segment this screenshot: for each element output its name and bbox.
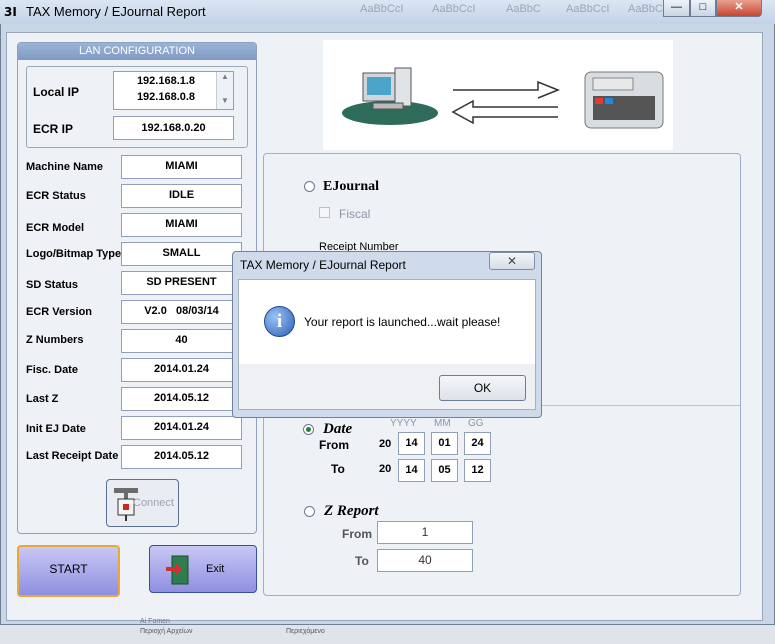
pc-to-ecr-graphic (342, 67, 664, 129)
last-z-field[interactable]: 2014.05.12 (121, 387, 242, 411)
to-century: 20 (379, 463, 392, 475)
last-receipt-date-field[interactable]: 2014.05.12 (121, 445, 242, 469)
scroll-down-icon[interactable]: ▼ (217, 96, 233, 108)
app-logo: 3I (4, 5, 17, 19)
background-tab: AaBbCcI (360, 3, 404, 15)
z-numbers-label: Z Numbers (26, 334, 84, 346)
close-button[interactable]: ✕ (716, 0, 762, 17)
lan-configuration-header: LAN CONFIGURATION (18, 43, 256, 60)
local-ip-list[interactable]: 192.168.1.8 192.168.0.8 ▲ ▼ (113, 71, 234, 110)
background-tab: AaBbC (506, 3, 541, 15)
date-from-label: From (319, 438, 349, 452)
ecr-ip-label: ECR IP (33, 122, 74, 136)
to-day-field[interactable]: 12 (464, 459, 491, 482)
ok-button[interactable]: OK (439, 375, 526, 401)
month-header: MM (434, 418, 451, 429)
from-year-field[interactable]: 14 (398, 432, 425, 455)
date-to-label: To (331, 462, 345, 476)
sd-status-field[interactable]: SD PRESENT (121, 271, 242, 295)
fiscal-label: Fiscal (339, 207, 371, 221)
init-ej-date-field[interactable]: 2014.01.24 (121, 416, 242, 440)
connection-illustration (323, 40, 673, 150)
dialog-title: TAX Memory / EJournal Report (240, 258, 406, 272)
background-tab: AaBbCcI (432, 3, 476, 15)
date-label: Date (323, 421, 353, 437)
ecr-status-field[interactable]: IDLE (121, 184, 242, 208)
local-ip-item[interactable]: 192.168.1.8 (114, 75, 218, 87)
background-window-strip: Περιοχή Αρχείων Περιεχόμενο Ai Fomen (0, 618, 775, 644)
local-ip-scrollbar[interactable]: ▲ ▼ (216, 72, 233, 109)
from-day-field[interactable]: 24 (464, 432, 491, 455)
connect-button[interactable]: Connect (106, 479, 179, 527)
day-header: GG (468, 418, 484, 429)
date-radio[interactable] (303, 424, 314, 435)
z-from-label: From (342, 527, 372, 541)
z-to-label: To (355, 554, 369, 568)
init-ej-date-label: Init EJ Date (26, 423, 86, 435)
minimize-button[interactable]: — (663, 0, 690, 17)
ecr-model-label: ECR Model (26, 222, 85, 234)
zreport-label: Z Report (324, 503, 379, 519)
local-ip-item[interactable]: 192.168.0.8 (114, 91, 218, 103)
ecr-version-field[interactable]: V2.0 08/03/14 (121, 300, 242, 324)
window-title: TAX Memory / EJournal Report (26, 4, 206, 19)
from-century: 20 (379, 438, 392, 450)
info-icon: i (264, 306, 295, 337)
z-numbers-field[interactable]: 40 (121, 329, 242, 353)
fiscal-checkbox[interactable] (319, 207, 330, 218)
z-to-field[interactable]: 40 (377, 549, 473, 572)
last-receipt-date-label: Last Receipt Date (26, 450, 119, 462)
ejournal-radio[interactable] (304, 181, 315, 192)
local-ip-label: Local IP (33, 85, 80, 99)
fisc-date-label: Fisc. Date (26, 364, 78, 376)
ecr-model-field[interactable]: MIAMI (121, 213, 242, 237)
background-item: Περιοχή Αρχείων (140, 628, 193, 635)
zreport-radio[interactable] (304, 506, 315, 517)
maximize-button[interactable]: □ (690, 0, 716, 17)
to-month-field[interactable]: 05 (431, 459, 458, 482)
ecr-version-label: ECR Version (26, 306, 93, 318)
ecr-status-label: ECR Status (26, 190, 86, 202)
scroll-up-icon[interactable]: ▲ (217, 72, 233, 84)
background-item: Περιεχόμενο (286, 628, 325, 635)
background-tab: AaBbCcI (566, 3, 610, 15)
logo-bitmap-type-field[interactable]: SMALL (121, 242, 242, 266)
ejournal-label: EJournal (323, 179, 380, 194)
to-year-field[interactable]: 14 (398, 459, 425, 482)
machine-name-field[interactable]: MIAMI (121, 155, 242, 179)
year-header: YYYY (390, 418, 417, 429)
start-button[interactable]: START (17, 545, 120, 597)
sd-status-label: SD Status (26, 279, 78, 291)
from-month-field[interactable]: 01 (431, 432, 458, 455)
exit-button[interactable]: Exit (149, 545, 257, 593)
dialog-message: Your report is launched...wait please! (304, 315, 501, 329)
background-item: Ai Fomen (140, 618, 170, 625)
ecr-ip-field[interactable]: 192.168.0.20 (113, 116, 234, 140)
dialog-close-button[interactable]: ✕ (489, 252, 535, 270)
last-z-label: Last Z (26, 393, 59, 405)
logo-bitmap-type-label: Logo/Bitmap Type (26, 248, 122, 260)
fisc-date-field[interactable]: 2014.01.24 (121, 358, 242, 382)
connect-label: Connect (133, 497, 174, 509)
exit-label: Exit (206, 563, 225, 575)
exit-door-icon (166, 555, 189, 585)
machine-name-label: Machine Name (26, 161, 104, 173)
z-from-field[interactable]: 1 (377, 521, 473, 544)
